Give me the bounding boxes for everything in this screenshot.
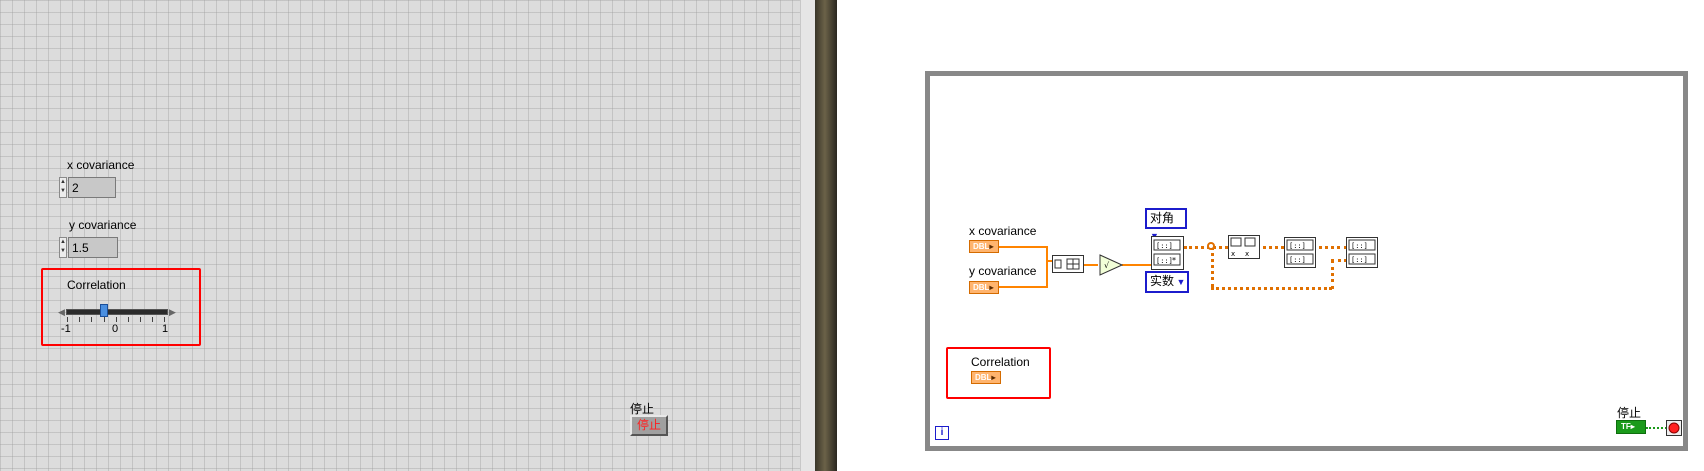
wire: [996, 246, 1046, 248]
background-strip: [815, 0, 837, 471]
slider-left-arrow-icon[interactable]: ◀: [58, 307, 65, 318]
matrix-operation-icon[interactable]: [::] [::]: [1284, 237, 1316, 268]
iteration-terminal[interactable]: i: [935, 426, 949, 440]
dbl-type-label: DBL: [973, 242, 990, 251]
wire: [996, 286, 1046, 288]
wire-junction: [1207, 242, 1215, 250]
wire: [1046, 246, 1048, 260]
array-wire: [1211, 287, 1332, 290]
slider-tick: [140, 317, 141, 322]
arrow-icon: ▸: [1630, 422, 1635, 431]
array-wire: [1312, 246, 1348, 249]
svg-text:x: x: [1231, 250, 1235, 258]
correlation-terminal[interactable]: DBL▸: [971, 371, 1001, 384]
front-panel: x covariance ▲ ▼ 2 y covariance ▲ ▼ 1.5 Co…: [0, 0, 816, 471]
slider-tick-label: -1: [61, 323, 71, 335]
svg-text:[::]: [::]: [1351, 242, 1368, 250]
matrix-multiply-icon[interactable]: xx: [1228, 235, 1260, 259]
array-wire: [1256, 246, 1284, 249]
slider-tick: [79, 317, 80, 322]
matrix-output-icon[interactable]: [::] [::]: [1346, 237, 1378, 268]
slider-tick: [128, 317, 129, 322]
bd-correlation-label: Correlation: [971, 355, 1030, 369]
correlation-slider-track[interactable]: [66, 309, 168, 315]
slider-tick: [152, 317, 153, 322]
loop-condition-terminal[interactable]: [1666, 420, 1682, 436]
slider-tick: [164, 317, 165, 322]
slider-right-arrow-icon[interactable]: ▶: [169, 307, 176, 318]
square-root-node-icon[interactable]: √: [1099, 254, 1124, 276]
x-covariance-label: x covariance: [67, 158, 135, 172]
array-wire: [1331, 259, 1347, 262]
svg-text:[::]: [::]: [1156, 257, 1173, 265]
svg-text:[::]: [::]: [1289, 256, 1306, 264]
wire: [1084, 264, 1098, 266]
wire: [1122, 264, 1152, 266]
correlation-label: Correlation: [67, 278, 126, 292]
x-covariance-input[interactable]: 2: [68, 177, 116, 198]
svg-text:[::]: [::]: [1156, 242, 1173, 250]
bd-y-covariance-label: y covariance: [969, 264, 1037, 278]
slider-tick-label: 1: [162, 323, 169, 335]
array-wire: [1211, 246, 1214, 288]
real-ring-constant[interactable]: 实数 ▼: [1145, 271, 1189, 293]
slider-tick: [116, 317, 117, 322]
array-wire: [1184, 246, 1228, 249]
stop-button[interactable]: 停止: [630, 415, 668, 436]
boolean-wire: [1646, 427, 1667, 429]
slider-tick-label: 0: [112, 323, 119, 335]
y-covariance-label: y covariance: [69, 218, 137, 232]
slider-tick: [104, 317, 105, 322]
dbl-type-label: DBL: [973, 283, 990, 292]
x-covariance-terminal[interactable]: DBL▸: [969, 240, 999, 253]
diagonal-ring-constant[interactable]: 对角 ▼: [1145, 208, 1187, 241]
wire: [1046, 262, 1048, 288]
correlation-slider-thumb[interactable]: [100, 304, 108, 317]
slider-tick: [91, 317, 92, 322]
bd-x-covariance-label: x covariance: [969, 224, 1037, 238]
build-matrix-node-icon[interactable]: [1052, 255, 1084, 273]
slider-tick: [67, 317, 68, 322]
svg-text:x: x: [1245, 250, 1249, 258]
stop-boolean-terminal[interactable]: TF▸: [1616, 420, 1646, 434]
x-covariance-spinner[interactable]: ▲ ▼: [59, 177, 67, 198]
tf-type-label: TF: [1621, 422, 1631, 431]
svg-text:*: *: [1172, 256, 1176, 265]
ring-top-label: 对角: [1150, 211, 1175, 225]
y-covariance-spinner[interactable]: ▲ ▼: [59, 237, 67, 258]
svg-text:[::]: [::]: [1351, 256, 1368, 264]
create-special-matrix-icon[interactable]: [::] [::] *: [1151, 236, 1184, 270]
array-wire: [1331, 260, 1334, 289]
dbl-type-label: DBL: [975, 373, 992, 382]
bd-stop-label: 停止: [1617, 406, 1642, 420]
window-divider: [800, 0, 815, 471]
svg-text:√: √: [1104, 261, 1110, 270]
dropdown-arrow-icon: ▼: [1174, 277, 1186, 287]
y-covariance-input[interactable]: 1.5: [68, 237, 118, 258]
y-covariance-terminal[interactable]: DBL▸: [969, 281, 999, 294]
svg-text:[::]: [::]: [1289, 242, 1306, 250]
ring-bottom-label: 实数: [1150, 274, 1175, 288]
